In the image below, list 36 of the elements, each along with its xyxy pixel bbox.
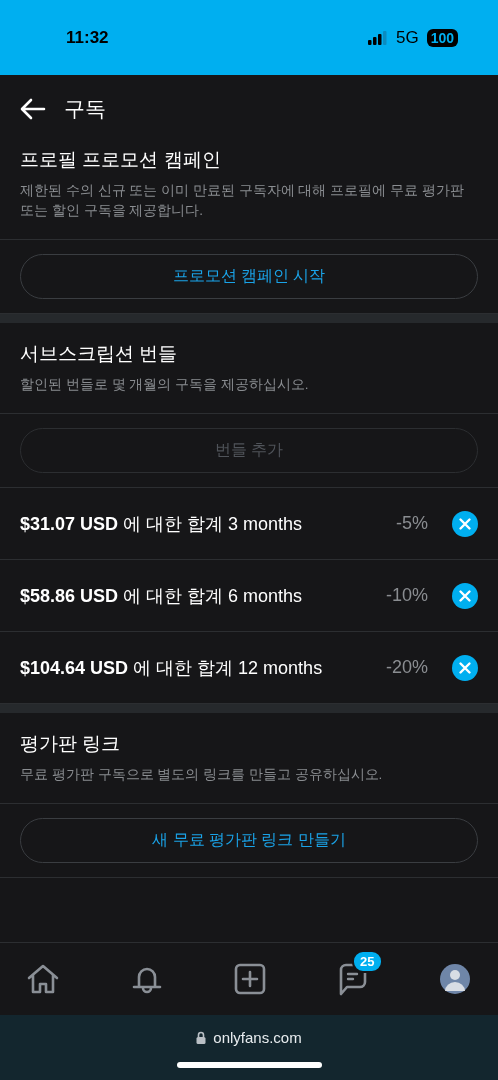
remove-bundle-button[interactable]: [452, 654, 478, 681]
status-time: 11:32: [66, 27, 109, 48]
profile-button[interactable]: [438, 962, 472, 996]
battery-level: 100: [426, 28, 458, 47]
home-icon: [26, 963, 60, 995]
page-title: 구독: [64, 96, 106, 122]
section-description: 할인된 번들로 몇 개월의 구독을 제공하십시오.: [20, 376, 310, 394]
close-icon: [452, 654, 478, 681]
bundle-discount: -20%: [385, 657, 428, 678]
bundle-label: $58.86 USD 에 대한 합계 6 months: [20, 584, 304, 608]
bundle-discount: -5%: [396, 513, 428, 534]
bundle-discount: -10%: [385, 585, 428, 606]
plus-icon: [234, 963, 266, 995]
home-button[interactable]: [26, 962, 60, 996]
url-text[interactable]: onlyfans.com: [213, 1029, 302, 1046]
section-title: 평가판 링크: [20, 732, 122, 756]
section-description: 제한된 수의 신규 또는 이미 만료된 구독자에 대해 프로필에 무료 평가판 또는 할인 구독을 제공합니다.: [20, 182, 465, 220]
network-label: 5G: [395, 27, 419, 48]
avatar-icon: [440, 964, 470, 994]
remove-bundle-button[interactable]: [452, 582, 478, 609]
add-post-button[interactable]: [233, 962, 267, 996]
section-title: 프로필 프로모션 캠페인: [20, 148, 222, 172]
section-button[interactable]: 새 무료 평가판 링크 만들기: [20, 818, 478, 863]
back-button[interactable]: [20, 98, 46, 120]
section-description: 무료 평가판 구독으로 별도의 링크를 만들고 공유하십시오.: [20, 766, 384, 784]
section-button[interactable]: 프로모션 캠페인 시작: [20, 254, 478, 299]
bundle-label: $104.64 USD 에 대한 합계 12 months: [20, 656, 324, 680]
remove-bundle-button[interactable]: [452, 510, 478, 537]
close-icon: [452, 510, 478, 537]
section-title: 서브스크립션 번들: [20, 342, 179, 366]
unread-badge: 25: [352, 950, 383, 973]
close-icon: [452, 582, 478, 609]
back-arrow-icon: [20, 98, 46, 120]
bundle-label: $31.07 USD 에 대한 합계 3 months: [20, 512, 304, 536]
signal-icon: [367, 29, 388, 46]
lock-icon: [196, 1031, 207, 1044]
